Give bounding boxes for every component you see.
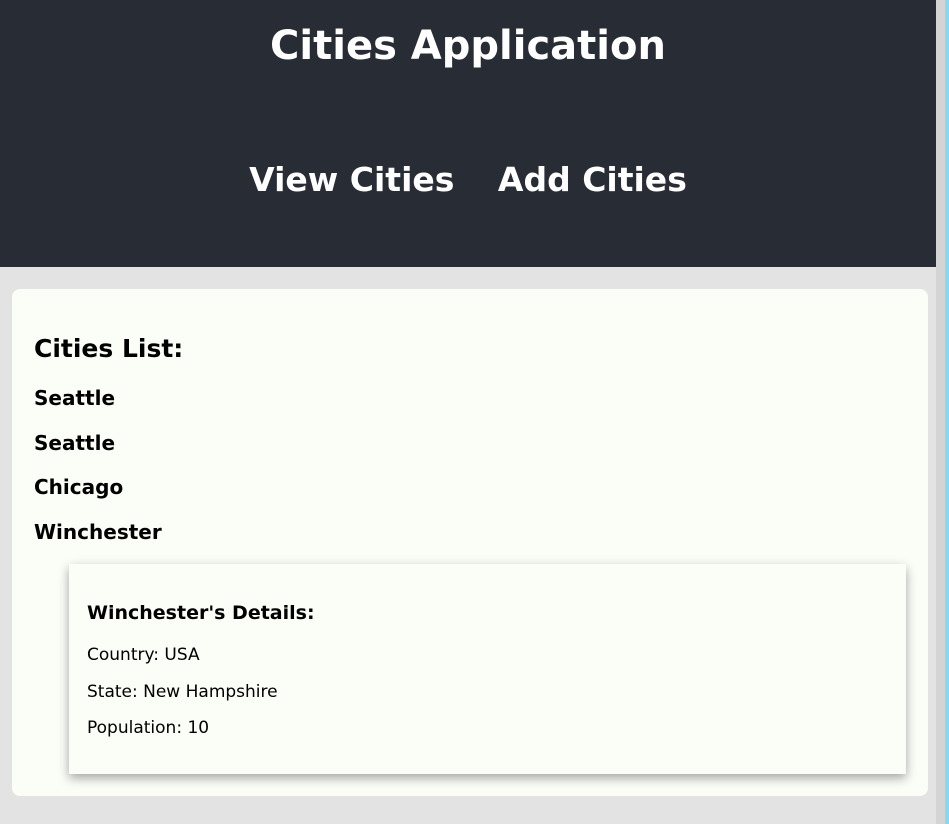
city-details-panel: Winchester's Details: Country: USA State… bbox=[69, 564, 906, 774]
cities-list-title: Cities List: bbox=[34, 334, 184, 363]
cities-list: Seattle Seattle Chicago Winchester bbox=[34, 385, 162, 564]
app-title: Cities Application bbox=[270, 23, 666, 69]
city-details-title: Winchester's Details: bbox=[87, 602, 315, 624]
cities-card: Cities List: Seattle Seattle Chicago Win… bbox=[12, 289, 928, 796]
city-item-chicago[interactable]: Chicago bbox=[34, 474, 162, 500]
city-item-winchester[interactable]: Winchester bbox=[34, 519, 162, 545]
city-item-seattle[interactable]: Seattle bbox=[34, 385, 162, 411]
nav-add-cities-link[interactable]: Add Cities bbox=[498, 160, 687, 199]
app-header: Cities Application View Cities Add Citie… bbox=[0, 0, 936, 267]
city-item-seattle-2[interactable]: Seattle bbox=[34, 430, 162, 456]
city-population: Population: 10 bbox=[87, 718, 210, 738]
scrollbar-accent-strip bbox=[945, 0, 949, 824]
city-state: State: New Hampshire bbox=[87, 682, 278, 702]
main-nav: View Cities Add Cities bbox=[0, 158, 936, 202]
nav-view-cities-link[interactable]: View Cities bbox=[249, 160, 454, 199]
city-country: Country: USA bbox=[87, 645, 200, 665]
